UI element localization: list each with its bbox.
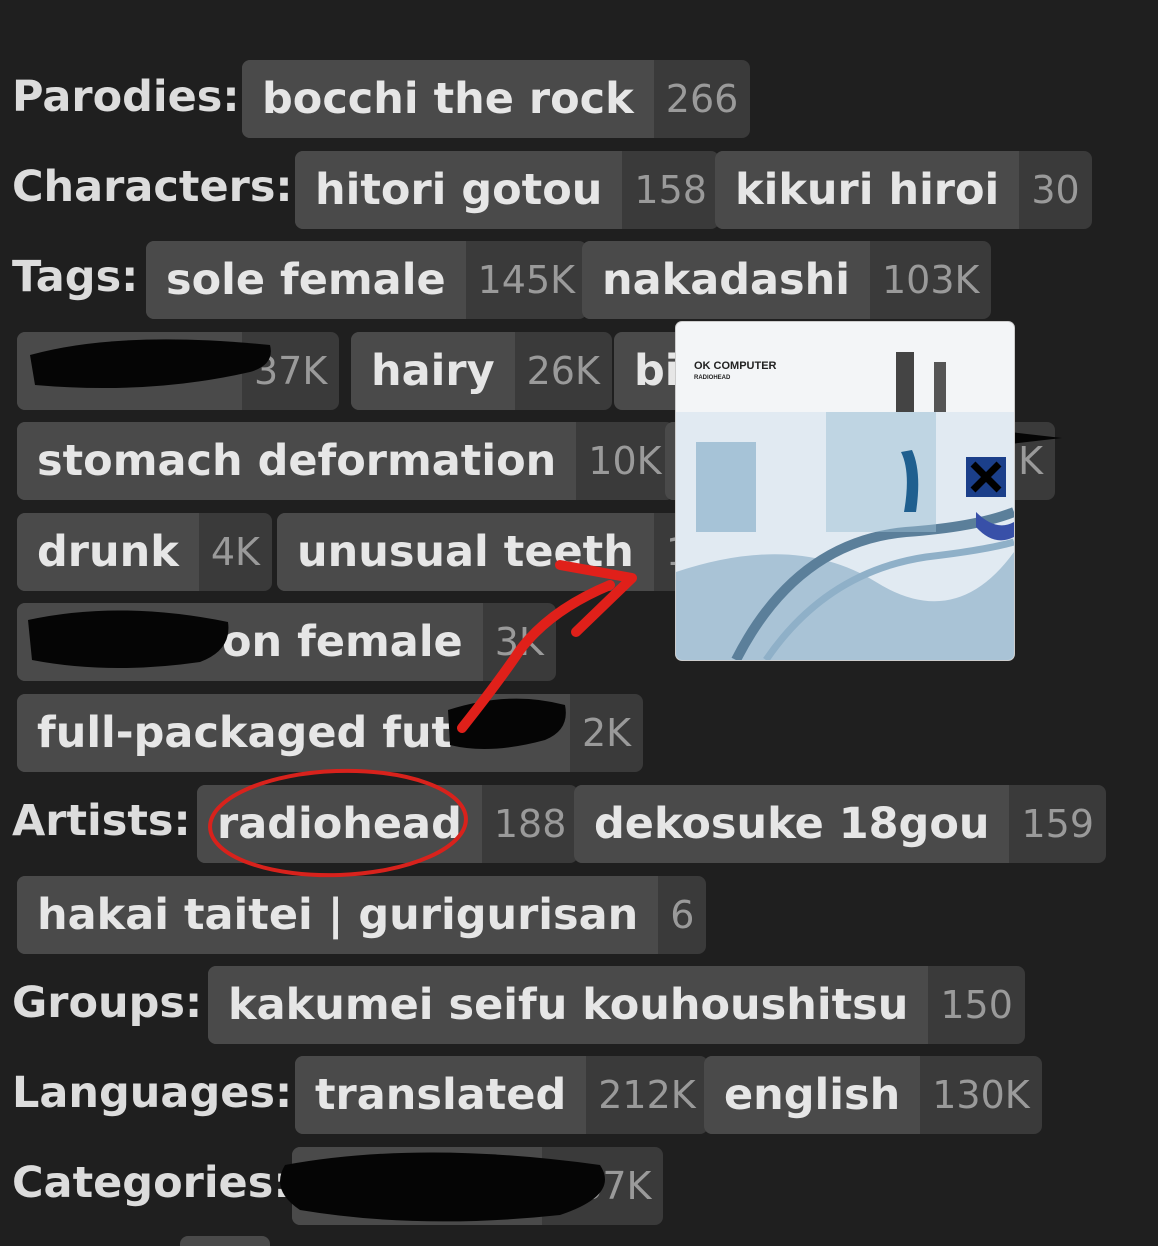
tag-drunk[interactable]: drunk 4K [17,513,272,591]
tag-artist-hakai-taitei[interactable]: hakai taitei | gurigurisan 6 [17,876,707,954]
tag-name: hairy [351,332,515,410]
tag-name: translated [295,1056,587,1134]
tag-artist-radiohead[interactable]: radiohead 188 [197,785,579,863]
parodies-label: Parodies: [12,72,240,122]
tag-count: 4K [210,530,260,574]
tag-on-female[interactable]: on female 3K [17,603,556,681]
tag-language-english[interactable]: english 130K [704,1056,1042,1134]
tag-character-hitori-gotou[interactable]: hitori gotou 158 [295,151,719,229]
tag-name: sole female [146,241,466,319]
tag-name: on female [17,603,483,681]
tag-count: 159 [1021,802,1095,846]
languages-label: Languages: [12,1068,293,1118]
tag-count: 103K [882,258,980,302]
tag-parody-bocchi[interactable]: bocchi the rock 266 [242,60,751,138]
tag-unusual-teeth[interactable]: unusual teeth 1 [277,513,703,591]
tag-name: hitori gotou [295,151,623,229]
tag-count: 30 [1031,168,1080,212]
tag-name: bocchi the rock [242,60,654,138]
tag-count: 6 [670,893,695,937]
tag-name: drunk [17,513,199,591]
tag-name: unusual teeth [277,513,654,591]
categories-label: Categories: [12,1158,291,1208]
tag-full-packaged[interactable]: full-packaged fut 2K [17,694,644,772]
tag-name: radiohead [197,785,482,863]
tag-count: 188 [493,802,567,846]
tag-name [292,1147,542,1225]
tag-language-translated[interactable]: translated 212K [295,1056,708,1134]
tag-name: kakumei seifu kouhoushitsu [208,966,929,1044]
tag-count: 3K [494,620,544,664]
tag-redacted-1[interactable]: 37K [17,332,340,410]
tag-count: 266 [665,77,739,121]
tag-character-kikuri-hiroi[interactable]: kikuri hiroi 30 [715,151,1092,229]
characters-label: Characters: [12,162,293,212]
tag-nakadashi[interactable]: nakadashi 103K [582,241,992,319]
tag-name: dekosuke 18gou [574,785,1010,863]
artists-label: Artists: [12,796,191,846]
tag-artist-dekosuke[interactable]: dekosuke 18gou 159 [574,785,1107,863]
tag-name: english [704,1056,921,1134]
tag-count: 130K [932,1073,1030,1117]
tag-name: stomach deformation [17,422,577,500]
tag-hairy[interactable]: hairy 26K [351,332,612,410]
tag-count: 2K [582,711,632,755]
tag-sole-female[interactable]: sole female 145K [146,241,588,319]
tag-count: 145K [477,258,576,302]
tag-name [17,332,242,410]
tag-count: 37K [254,349,328,393]
album-cover-image: OK COMPUTER RADIOHEAD [676,322,1014,660]
album-artwork [676,352,1014,660]
tag-name: full-packaged fut [17,694,570,772]
partial-tag-bottom[interactable] [180,1236,270,1246]
tag-stomach-deformation[interactable]: stomach deformation 10K [17,422,674,500]
tag-group-kakumei[interactable]: kakumei seifu kouhoushitsu 150 [208,966,1025,1044]
tag-name: nakadashi [582,241,870,319]
tag-count: 26K [526,349,600,393]
tag-name: hakai taitei | gurigurisan [17,876,659,954]
tag-count: 212K [598,1073,696,1117]
groups-label: Groups: [12,978,203,1028]
tag-name: kikuri hiroi [715,151,1020,229]
tag-count: 287K [554,1164,652,1208]
tag-count: 150 [940,983,1013,1027]
tag-count: 10K [588,439,662,483]
tag-count: 158 [634,168,707,212]
tag-category-redacted[interactable]: 287K [292,1147,664,1225]
tags-label: Tags: [12,252,139,302]
